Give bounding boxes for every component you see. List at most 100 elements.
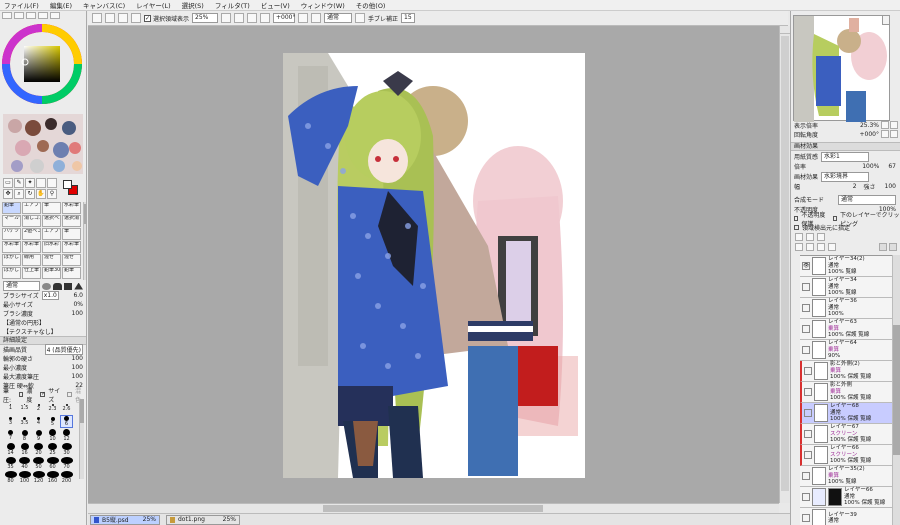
brush-size-cell[interactable]: 160 [46,471,59,484]
min-size-row[interactable]: 最小サイズ 0% [0,300,86,309]
brush-shape-round-icon[interactable] [42,282,51,290]
hsv-slider-tab[interactable] [26,12,36,19]
layer-list-scrollbar-thumb[interactable] [893,325,900,455]
delete-layer-icon[interactable] [828,243,836,251]
magic-wand-icon[interactable]: ✦ [25,177,35,188]
nav-zoom-in-button[interactable] [881,121,889,129]
stabilizer-field[interactable]: 15 [401,13,416,23]
select-all-button[interactable] [118,13,128,23]
tool-brush[interactable]: 筆 [42,202,61,214]
doc-tab-b5[interactable]: B5縦.psd 25% [90,514,160,525]
canvas-horizontal-thumb[interactable] [323,505,543,512]
brush-size-cell[interactable]: 60 [46,457,59,470]
nav-rotate-right-button[interactable] [890,130,898,138]
zoom-field[interactable]: 25% [192,13,219,23]
canvas-vertical-scrollbar[interactable] [779,26,790,503]
visibility-eye-icon[interactable] [802,514,810,522]
brush-size-cell[interactable]: 40 [18,457,31,470]
zoom-in-button[interactable] [234,13,245,23]
menu-window[interactable]: ウィンドウ(W) [301,0,345,10]
canvas-document[interactable] [88,26,779,503]
invert-selection-button[interactable] [105,13,115,23]
clear-button[interactable] [131,13,141,23]
protect-opacity-checkbox[interactable] [794,216,799,221]
paper-texture-select[interactable]: 水彩1 [821,151,870,162]
canvas-vertical-thumb[interactable] [781,36,789,491]
tool-watercolor-4[interactable]: 水彩筆 [62,241,81,253]
brush-size-cell[interactable]: 25 [46,443,59,456]
rotate-icon[interactable]: ↻ [25,188,35,199]
nav-rotation-row[interactable]: 回転角度 +000° [791,130,879,139]
nav-rotate-left-button[interactable] [881,130,889,138]
effect-width-row[interactable]: 幅 2 強さ 100 [791,182,896,191]
tool-blend-2[interactable]: 混ぜ [62,254,81,266]
tool-watercolor-3[interactable]: 水彩筆 [22,241,41,253]
layer-row[interactable]: 👁 レイヤー34(2) 通常 100% 覧線 [800,256,892,277]
visibility-eye-icon[interactable] [802,493,810,501]
zoom-reset-button[interactable] [247,13,258,23]
hardness-row[interactable]: 輪郭の硬さ 100 [0,354,86,363]
brush-size-cell[interactable]: 4 [32,415,45,428]
menu-select[interactable]: 選択(S) [182,0,204,10]
tool-brush-2[interactable]: 筆 [62,228,81,240]
color-wheel-tab[interactable] [2,12,12,19]
brush-size-scrollbar[interactable] [79,399,84,479]
brush-size-cell[interactable]: 20 [32,443,45,456]
brush-size-cell-selected[interactable]: 6 [60,415,73,428]
brush-shape-select[interactable]: 【通常の円形】 [3,318,45,327]
tool-blur-2[interactable]: ぼかし [2,267,21,279]
quality-select[interactable]: 4 (品質優先) [44,344,83,355]
hand-icon[interactable]: ✋ [36,188,46,199]
tool-airbrush[interactable]: エアブラシ [22,202,41,214]
pressure-size-checkbox[interactable]: ✓ [40,392,46,397]
visibility-eye-icon[interactable]: 👁 [802,262,810,270]
layer-row[interactable]: レイヤー35(2) 乗算 100% 覧線 [800,466,892,487]
brush-size-cell[interactable]: 2.6 [60,401,73,414]
tool-binary-pen[interactable]: 2値ペン [22,228,41,240]
visibility-eye-icon[interactable] [802,325,810,333]
menu-edit[interactable]: 編集(E) [50,0,72,10]
transfer-down-icon[interactable] [795,243,803,251]
quality-row[interactable]: 描画品質 4 (品質優先) [0,344,86,355]
brush-size-row[interactable]: ブラシサイズ x1.0 6.0 [0,291,86,300]
layer-list-scrollbar[interactable] [892,255,900,525]
effect-row[interactable]: 画材効果 水彩境界 [791,171,896,182]
tool-scrollbar[interactable] [83,202,86,280]
shape-row[interactable]: 【通常の円形】 [0,318,86,327]
rotate-left-button[interactable] [260,13,271,23]
deselect-button[interactable] [92,13,102,23]
brush-blend-select[interactable]: 通常 [3,281,41,291]
new-folder-icon[interactable] [817,233,825,241]
new-layer-icon[interactable] [795,233,803,241]
brush-size-cell[interactable]: 14 [4,443,17,456]
visibility-eye-icon[interactable] [802,472,810,480]
brush-size-cell[interactable]: 80 [4,471,17,484]
flip-button[interactable] [311,13,322,23]
layer-row[interactable]: レイヤー66 通常 100% 保護 覧線 [800,487,892,508]
paper-scale-row[interactable]: 倍率 100% 67 [791,162,896,171]
select-source-checkbox[interactable] [794,225,799,230]
menu-other[interactable]: その他(O) [356,0,386,10]
visibility-eye-icon[interactable] [802,283,810,291]
layer-row[interactable]: レイヤー66 スクリーン 100% 保護 覧線 [800,445,892,466]
tool-blend[interactable]: 混ぜ [42,254,61,266]
menu-file[interactable]: ファイル(F) [4,0,39,10]
brush-size-cell[interactable]: 12 [60,429,73,442]
blend-mode-select[interactable]: 通常 [324,13,353,23]
brush-size-cell[interactable]: 16 [18,443,31,456]
clip-checkbox[interactable] [832,216,838,221]
brush-size-cell[interactable]: 5 [46,415,59,428]
tool-select-eraser[interactable]: 選択消し [62,215,81,227]
tool-bucket[interactable]: バケツ [2,228,21,240]
layer-row[interactable]: 影と外側(2) 乗算 100% 保護 覧線 [800,361,892,382]
brush-size-cell[interactable]: 1.5 [18,401,31,414]
brush-size-cell[interactable]: 7 [4,429,17,442]
brush-size-cell[interactable]: 200 [60,471,73,484]
brush-size-cell[interactable]: 1 [4,401,17,414]
tool-pencil[interactable]: 鉛筆 [2,202,21,214]
clear-layer-icon[interactable] [817,243,825,251]
brush-texture-select[interactable]: 【テクスチャなし】 [3,327,57,336]
canvas-area[interactable] [88,26,779,503]
background-color-swatch[interactable] [63,180,72,189]
brush-size-cell[interactable]: 8 [18,429,31,442]
